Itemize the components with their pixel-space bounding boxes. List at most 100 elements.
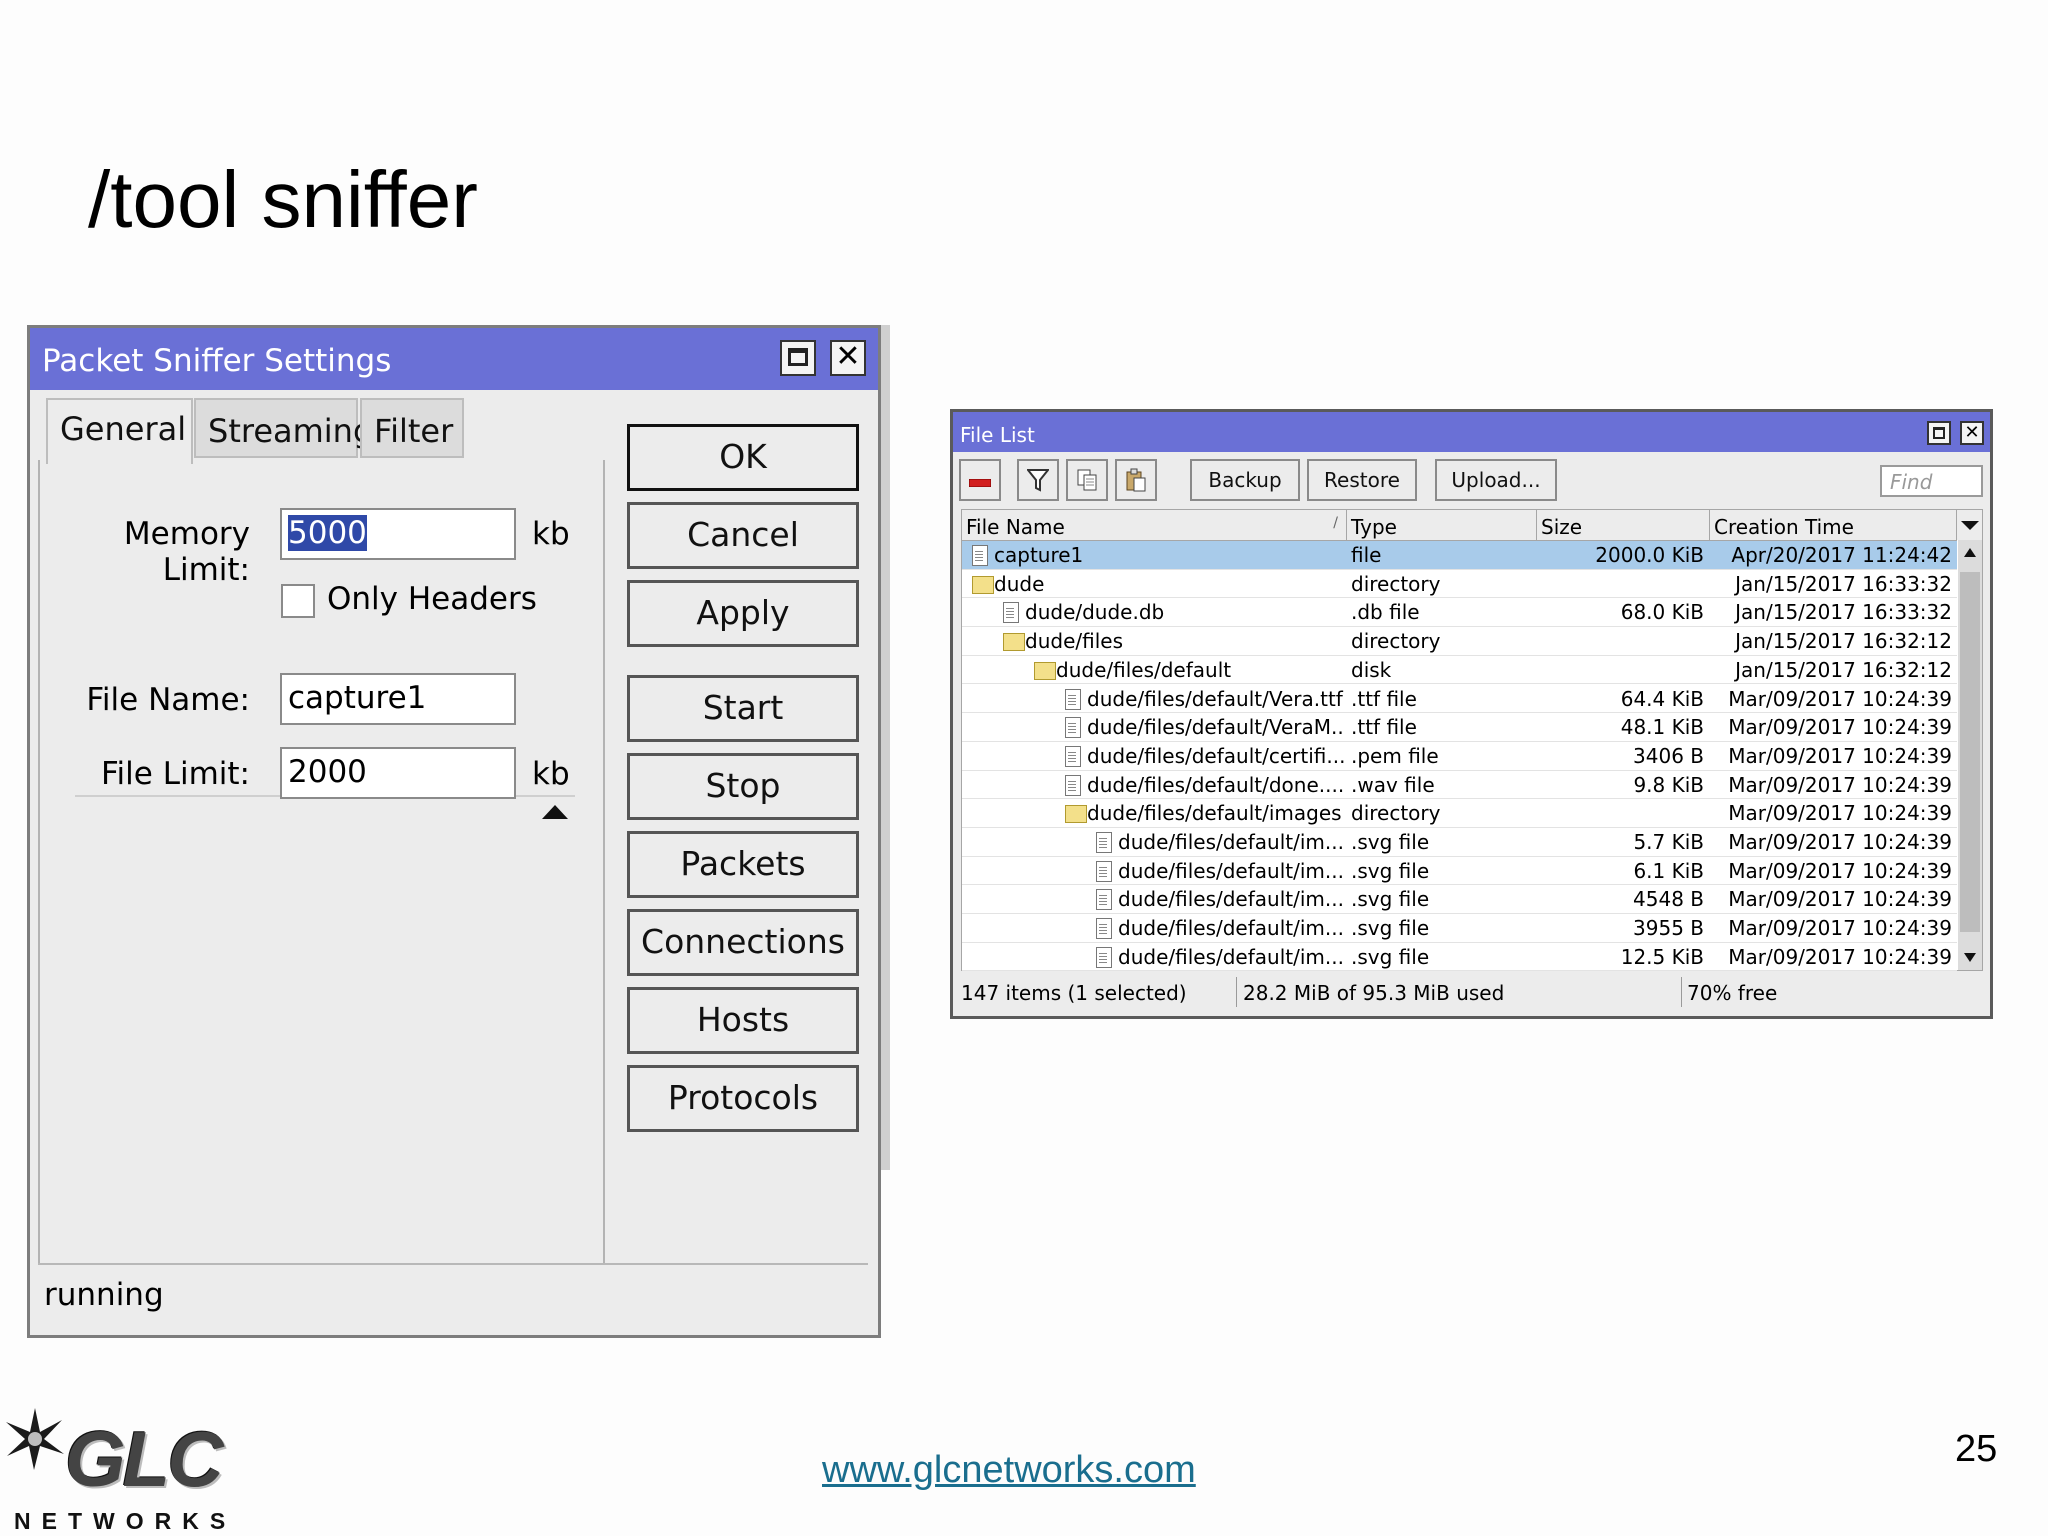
cell-type: .db file: [1351, 600, 1420, 625]
cell-file-name: dude/files/default/im...: [1118, 887, 1344, 912]
folder-icon: [972, 575, 994, 594]
column-header-size[interactable]: Size: [1537, 510, 1710, 540]
file-icon: [1003, 602, 1019, 624]
file-icon: [1065, 717, 1081, 739]
table-row[interactable]: dude/files/default/im... .svg file 5.7 KiB…: [962, 828, 1957, 857]
page-number: 25: [1955, 1428, 1998, 1470]
file-list-window: File List ✕ Backup Restore Upload... Fin…: [950, 409, 1993, 1019]
collapse-arrow-icon[interactable]: [542, 805, 568, 819]
close-icon[interactable]: ✕: [830, 340, 866, 376]
filter-button[interactable]: [1017, 459, 1059, 501]
tab-filter[interactable]: Filter: [360, 398, 464, 458]
file-name-input[interactable]: capture1: [280, 673, 516, 725]
table-row[interactable]: dude/files/default/im... .svg file 12.5 Ki…: [962, 943, 1957, 972]
folder-icon: [1034, 661, 1056, 680]
file-limit-input[interactable]: 2000: [280, 747, 516, 799]
cell-type: directory: [1351, 801, 1441, 826]
tab-streaming[interactable]: Streaming: [194, 398, 373, 458]
general-tab-panel: Memory Limit: 5000 kb Only Headers File …: [38, 460, 605, 1265]
status-divider: [1681, 977, 1682, 1007]
table-row[interactable]: dude/files/default disk Jan/15/2017 16:32:…: [962, 656, 1957, 685]
only-headers-checkbox[interactable]: [281, 584, 315, 618]
file-icon: [1065, 688, 1081, 710]
tab-general[interactable]: General: [46, 398, 193, 464]
column-header-type[interactable]: Type: [1347, 510, 1537, 540]
filelist-titlebar[interactable]: File List ✕: [953, 412, 1990, 452]
file-limit-unit: kb: [532, 756, 570, 792]
table-header: File Name / Type Size Creation Time: [962, 510, 1957, 541]
table-row[interactable]: dude/files directory Jan/15/2017 16:32:12: [962, 627, 1957, 656]
filelist-status-bar: 147 items (1 selected) 28.2 MiB of 95.3 …: [959, 975, 1984, 1009]
website-link[interactable]: www.glcnetworks.com: [822, 1449, 1196, 1492]
cell-creation-time: Mar/09/2017 10:24:39: [1728, 830, 1952, 854]
cell-size: 2000.0 KiB: [1595, 543, 1704, 567]
cell-file-name: dude/files: [1025, 629, 1123, 654]
status-divider: [1236, 977, 1237, 1007]
column-header-creation-time[interactable]: Creation Time: [1710, 510, 1957, 540]
vertical-scrollbar[interactable]: [1958, 540, 1982, 970]
cell-size: [1539, 627, 1704, 655]
find-input[interactable]: Find: [1880, 465, 1983, 497]
cell-size: 64.4 KiB: [1620, 686, 1704, 711]
table-row[interactable]: dude/files/default/im... .svg file 3955 B M…: [962, 914, 1957, 943]
table-row[interactable]: dude/files/default/certifi... .pem file 34…: [962, 742, 1957, 771]
connections-button[interactable]: Connections: [627, 909, 859, 976]
table-row[interactable]: capture1 file 2000.0 KiB Apr/20/2017 11:24:…: [962, 541, 1957, 570]
paste-button[interactable]: [1115, 459, 1157, 501]
copy-button[interactable]: [1066, 459, 1108, 501]
backup-button[interactable]: Backup: [1190, 459, 1300, 501]
column-menu-icon[interactable]: [1957, 510, 1982, 540]
protocols-button[interactable]: Protocols: [627, 1065, 859, 1132]
scroll-down-icon[interactable]: [1964, 953, 1976, 962]
file-icon: [1096, 946, 1112, 968]
table-row[interactable]: dude/files/default/images directory Mar/09…: [962, 799, 1957, 828]
memory-limit-input[interactable]: 5000: [280, 508, 516, 560]
table-row[interactable]: dude/files/default/VeraM... .ttf file 48.1…: [962, 713, 1957, 742]
maximize-icon[interactable]: [780, 340, 816, 376]
cell-type: file: [1351, 543, 1382, 567]
hosts-button[interactable]: Hosts: [627, 987, 859, 1054]
packets-button[interactable]: Packets: [627, 831, 859, 898]
cell-type: directory: [1351, 629, 1441, 654]
cell-creation-time: Mar/09/2017 10:24:39: [1728, 887, 1952, 912]
table-row[interactable]: dude/dude.db .db file 68.0 KiB Jan/15/2017 …: [962, 598, 1957, 628]
paste-icon: [1126, 468, 1146, 492]
table-row[interactable]: dude/files/default/im... .svg file 6.1 KiB…: [962, 857, 1957, 886]
cell-type: .svg file: [1351, 916, 1430, 941]
cell-size: 5.7 KiB: [1633, 830, 1704, 854]
stop-button[interactable]: Stop: [627, 753, 859, 820]
scrollbar-thumb[interactable]: [1960, 572, 1980, 932]
cell-file-name: dude: [994, 571, 1045, 596]
close-icon[interactable]: ✕: [1960, 421, 1984, 445]
restore-button[interactable]: Restore: [1307, 459, 1417, 501]
table-row[interactable]: dude directory Jan/15/2017 16:33:32: [962, 570, 1957, 599]
ok-button[interactable]: OK: [627, 424, 859, 491]
maximize-icon[interactable]: [1927, 421, 1951, 445]
cell-creation-time: Jan/15/2017 16:33:32: [1735, 571, 1952, 596]
cell-type: .svg file: [1351, 887, 1430, 912]
apply-button[interactable]: Apply: [627, 580, 859, 647]
file-limit-label: File Limit:: [100, 756, 250, 792]
column-header-label: File Name: [966, 515, 1065, 539]
file-icon: [1065, 774, 1081, 796]
cell-type: .ttf file: [1351, 715, 1417, 740]
table-row[interactable]: dude/files/default/done.... .wav file 9.8 …: [962, 771, 1957, 800]
column-header-file-name[interactable]: File Name /: [962, 510, 1347, 540]
scroll-up-icon[interactable]: [1964, 548, 1976, 557]
file-icon: [1096, 918, 1112, 940]
cell-creation-time: Jan/15/2017 16:32:12: [1735, 629, 1952, 654]
memory-limit-label: Memory Limit:: [123, 516, 250, 588]
sort-icon: /: [1333, 515, 1338, 531]
cancel-button[interactable]: Cancel: [627, 502, 859, 569]
remove-button[interactable]: [959, 459, 1001, 501]
sniffer-titlebar[interactable]: Packet Sniffer Settings ✕: [30, 328, 878, 390]
status-item-count: 147 items (1 selected): [961, 981, 1187, 1005]
cell-type: directory: [1351, 571, 1441, 596]
cell-creation-time: Mar/09/2017 10:24:39: [1728, 858, 1952, 883]
start-button[interactable]: Start: [627, 675, 859, 742]
cell-type: .ttf file: [1351, 686, 1417, 711]
upload-button[interactable]: Upload...: [1435, 459, 1557, 501]
cell-creation-time: Mar/09/2017 10:24:39: [1728, 944, 1952, 969]
table-row[interactable]: dude/files/default/im... .svg file 4548 B M…: [962, 885, 1957, 915]
table-row[interactable]: dude/files/default/Vera.ttf .ttf file 64.4…: [962, 685, 1957, 714]
